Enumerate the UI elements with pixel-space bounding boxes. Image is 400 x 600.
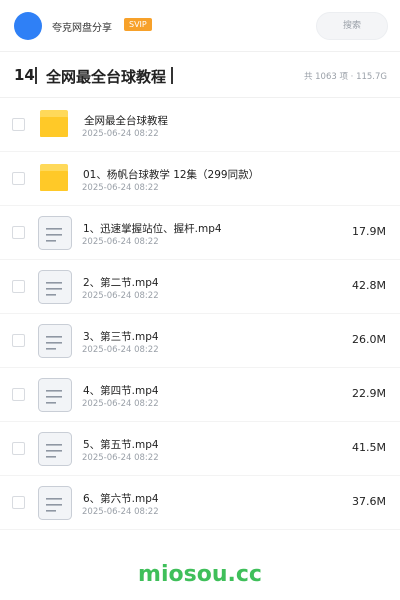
file-date: 2025-06-24 08:22	[82, 399, 159, 409]
file-size: 17.9M	[352, 225, 386, 238]
list-item[interactable]: 1、迅速掌握站位、握杆.mp4 2025-06-24 08:22 17.9M	[0, 206, 400, 260]
folder-title-bar: 14 全网最全台球教程 共 1063 项 · 115.7G	[0, 53, 400, 98]
list-item[interactable]: 3、第三节.mp4 2025-06-24 08:22 26.0M	[0, 314, 400, 368]
document-icon	[38, 432, 72, 466]
document-icon	[38, 378, 72, 412]
list-item[interactable]: 全网最全台球教程 2025-06-24 08:22	[0, 98, 400, 152]
select-checkbox[interactable]	[12, 118, 25, 131]
list-item[interactable]: 6、第六节.mp4 2025-06-24 08:22 37.6M	[0, 476, 400, 530]
list-item[interactable]: 5、第五节.mp4 2025-06-24 08:22 41.5M	[0, 422, 400, 476]
title-divider	[35, 67, 37, 84]
file-date: 2025-06-24 08:22	[82, 291, 159, 301]
file-size: 42.8M	[352, 279, 386, 292]
file-name[interactable]: 4、第四节.mp4	[83, 383, 159, 398]
file-date: 2025-06-24 08:22	[82, 345, 159, 355]
user-name: 夸克网盘分享	[52, 23, 112, 34]
file-list: 全网最全台球教程 2025-06-24 08:22 01、杨帆台球教学 12集（…	[0, 98, 400, 530]
file-size: 26.0M	[352, 333, 386, 346]
list-item[interactable]: 4、第四节.mp4 2025-06-24 08:22 22.9M	[0, 368, 400, 422]
select-checkbox[interactable]	[12, 334, 25, 347]
title-divider	[171, 67, 173, 84]
select-checkbox[interactable]	[12, 442, 25, 455]
file-size: 41.5M	[352, 441, 386, 454]
folder-icon	[40, 110, 68, 137]
select-checkbox[interactable]	[12, 280, 25, 293]
file-date: 2025-06-24 08:22	[82, 453, 159, 463]
folder-icon	[40, 164, 68, 191]
select-checkbox[interactable]	[12, 172, 25, 185]
file-size: 22.9M	[352, 387, 386, 400]
document-icon	[38, 270, 72, 304]
avatar[interactable]	[14, 12, 42, 40]
file-name[interactable]: 全网最全台球教程	[84, 113, 168, 128]
document-icon	[38, 324, 72, 358]
search-input[interactable]: 搜索	[316, 12, 388, 40]
file-date: 2025-06-24 08:22	[82, 129, 159, 139]
file-date: 2025-06-24 08:22	[82, 237, 159, 247]
file-name[interactable]: 5、第五节.mp4	[83, 437, 159, 452]
page-title: 全网最全台球教程	[46, 68, 167, 86]
select-checkbox[interactable]	[12, 226, 25, 239]
item-count: 14	[14, 66, 35, 84]
file-size: 37.6M	[352, 495, 386, 508]
svip-badge: SVIP	[124, 18, 152, 31]
header: 夸克网盘分享 SVIP 搜索	[0, 0, 400, 52]
watermark: miosou.cc	[138, 562, 262, 587]
folder-meta: 共 1063 项 · 115.7G	[303, 72, 387, 82]
list-item[interactable]: 01、杨帆台球教学 12集（299同款） 2025-06-24 08:22	[0, 152, 400, 206]
list-item[interactable]: 2、第二节.mp4 2025-06-24 08:22 42.8M	[0, 260, 400, 314]
file-date: 2025-06-24 08:22	[82, 507, 159, 517]
select-checkbox[interactable]	[12, 388, 25, 401]
file-name[interactable]: 6、第六节.mp4	[83, 491, 159, 506]
file-name[interactable]: 3、第三节.mp4	[83, 329, 159, 344]
file-name[interactable]: 2、第二节.mp4	[83, 275, 159, 290]
select-checkbox[interactable]	[12, 496, 25, 509]
file-name[interactable]: 1、迅速掌握站位、握杆.mp4	[83, 221, 222, 236]
file-date: 2025-06-24 08:22	[82, 183, 159, 193]
file-name[interactable]: 01、杨帆台球教学 12集（299同款）	[83, 167, 259, 182]
document-icon	[38, 486, 72, 520]
document-icon	[38, 216, 72, 250]
